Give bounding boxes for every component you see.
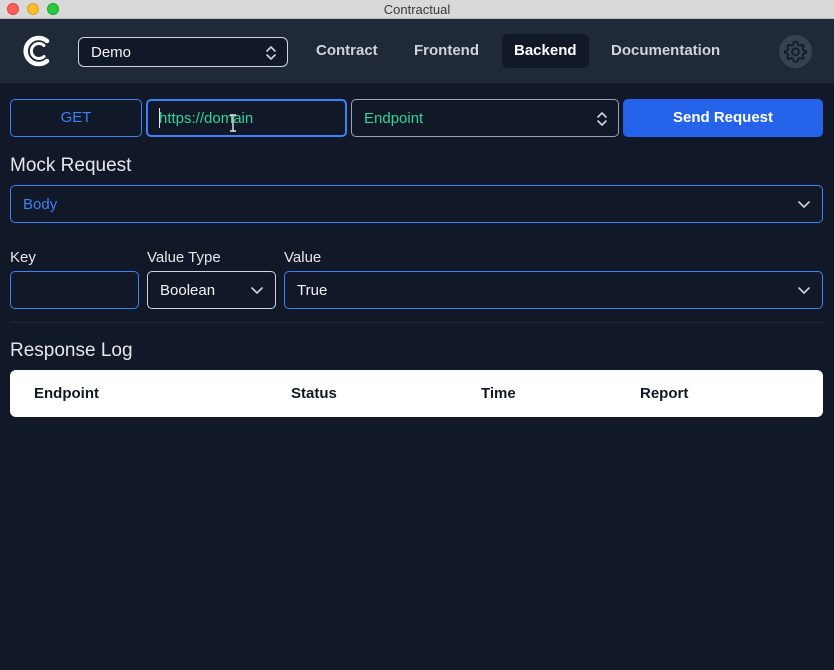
endpoint-select[interactable]: Endpoint [351, 99, 619, 137]
response-log-table: Endpoint Status Time Report [10, 370, 823, 417]
chevron-down-icon [798, 287, 810, 294]
tab-documentation[interactable]: Documentation [599, 34, 732, 68]
column-header-time[interactable]: Time [481, 385, 516, 402]
text-cursor-icon [230, 114, 236, 132]
send-request-button[interactable]: Send Request [623, 99, 823, 137]
updown-chevron-icon [597, 112, 607, 126]
contractual-logo-icon[interactable] [20, 33, 56, 69]
text-caret [159, 108, 160, 128]
window-title: Contractual [383, 2, 451, 17]
tab-frontend[interactable]: Frontend [402, 34, 491, 68]
value-label: Value [284, 249, 322, 266]
request-section-select[interactable]: Body [10, 185, 823, 223]
response-log-title: Response Log [10, 340, 133, 361]
updown-chevron-icon [266, 46, 276, 60]
project-select[interactable]: Demo [78, 37, 288, 67]
settings-button[interactable] [779, 35, 812, 68]
top-navbar: Demo Contract Frontend Backend Documenta… [0, 19, 834, 83]
value-type-label: Value Type [147, 249, 221, 266]
project-select-value: Demo [91, 44, 132, 61]
gear-icon [784, 40, 807, 63]
value-select-value: True [297, 282, 328, 299]
url-input[interactable] [146, 99, 347, 137]
method-button[interactable]: GET [10, 99, 142, 137]
key-label: Key [10, 249, 36, 266]
value-type-select[interactable]: Boolean [147, 271, 276, 309]
request-section-value: Body [23, 196, 58, 213]
mock-request-title: Mock Request [10, 155, 132, 176]
column-header-endpoint[interactable]: Endpoint [34, 385, 99, 402]
key-input[interactable] [10, 271, 139, 309]
value-type-value: Boolean [160, 282, 216, 299]
tab-backend[interactable]: Backend [502, 34, 589, 68]
column-header-status[interactable]: Status [291, 385, 337, 402]
column-header-report[interactable]: Report [640, 385, 688, 402]
endpoint-select-value: Endpoint [364, 110, 424, 127]
window-titlebar: Contractual [0, 0, 834, 19]
chevron-down-icon [798, 201, 810, 208]
chevron-down-icon [251, 287, 263, 294]
tab-contract[interactable]: Contract [304, 34, 390, 68]
section-divider [10, 322, 823, 323]
value-select[interactable]: True [284, 271, 823, 309]
